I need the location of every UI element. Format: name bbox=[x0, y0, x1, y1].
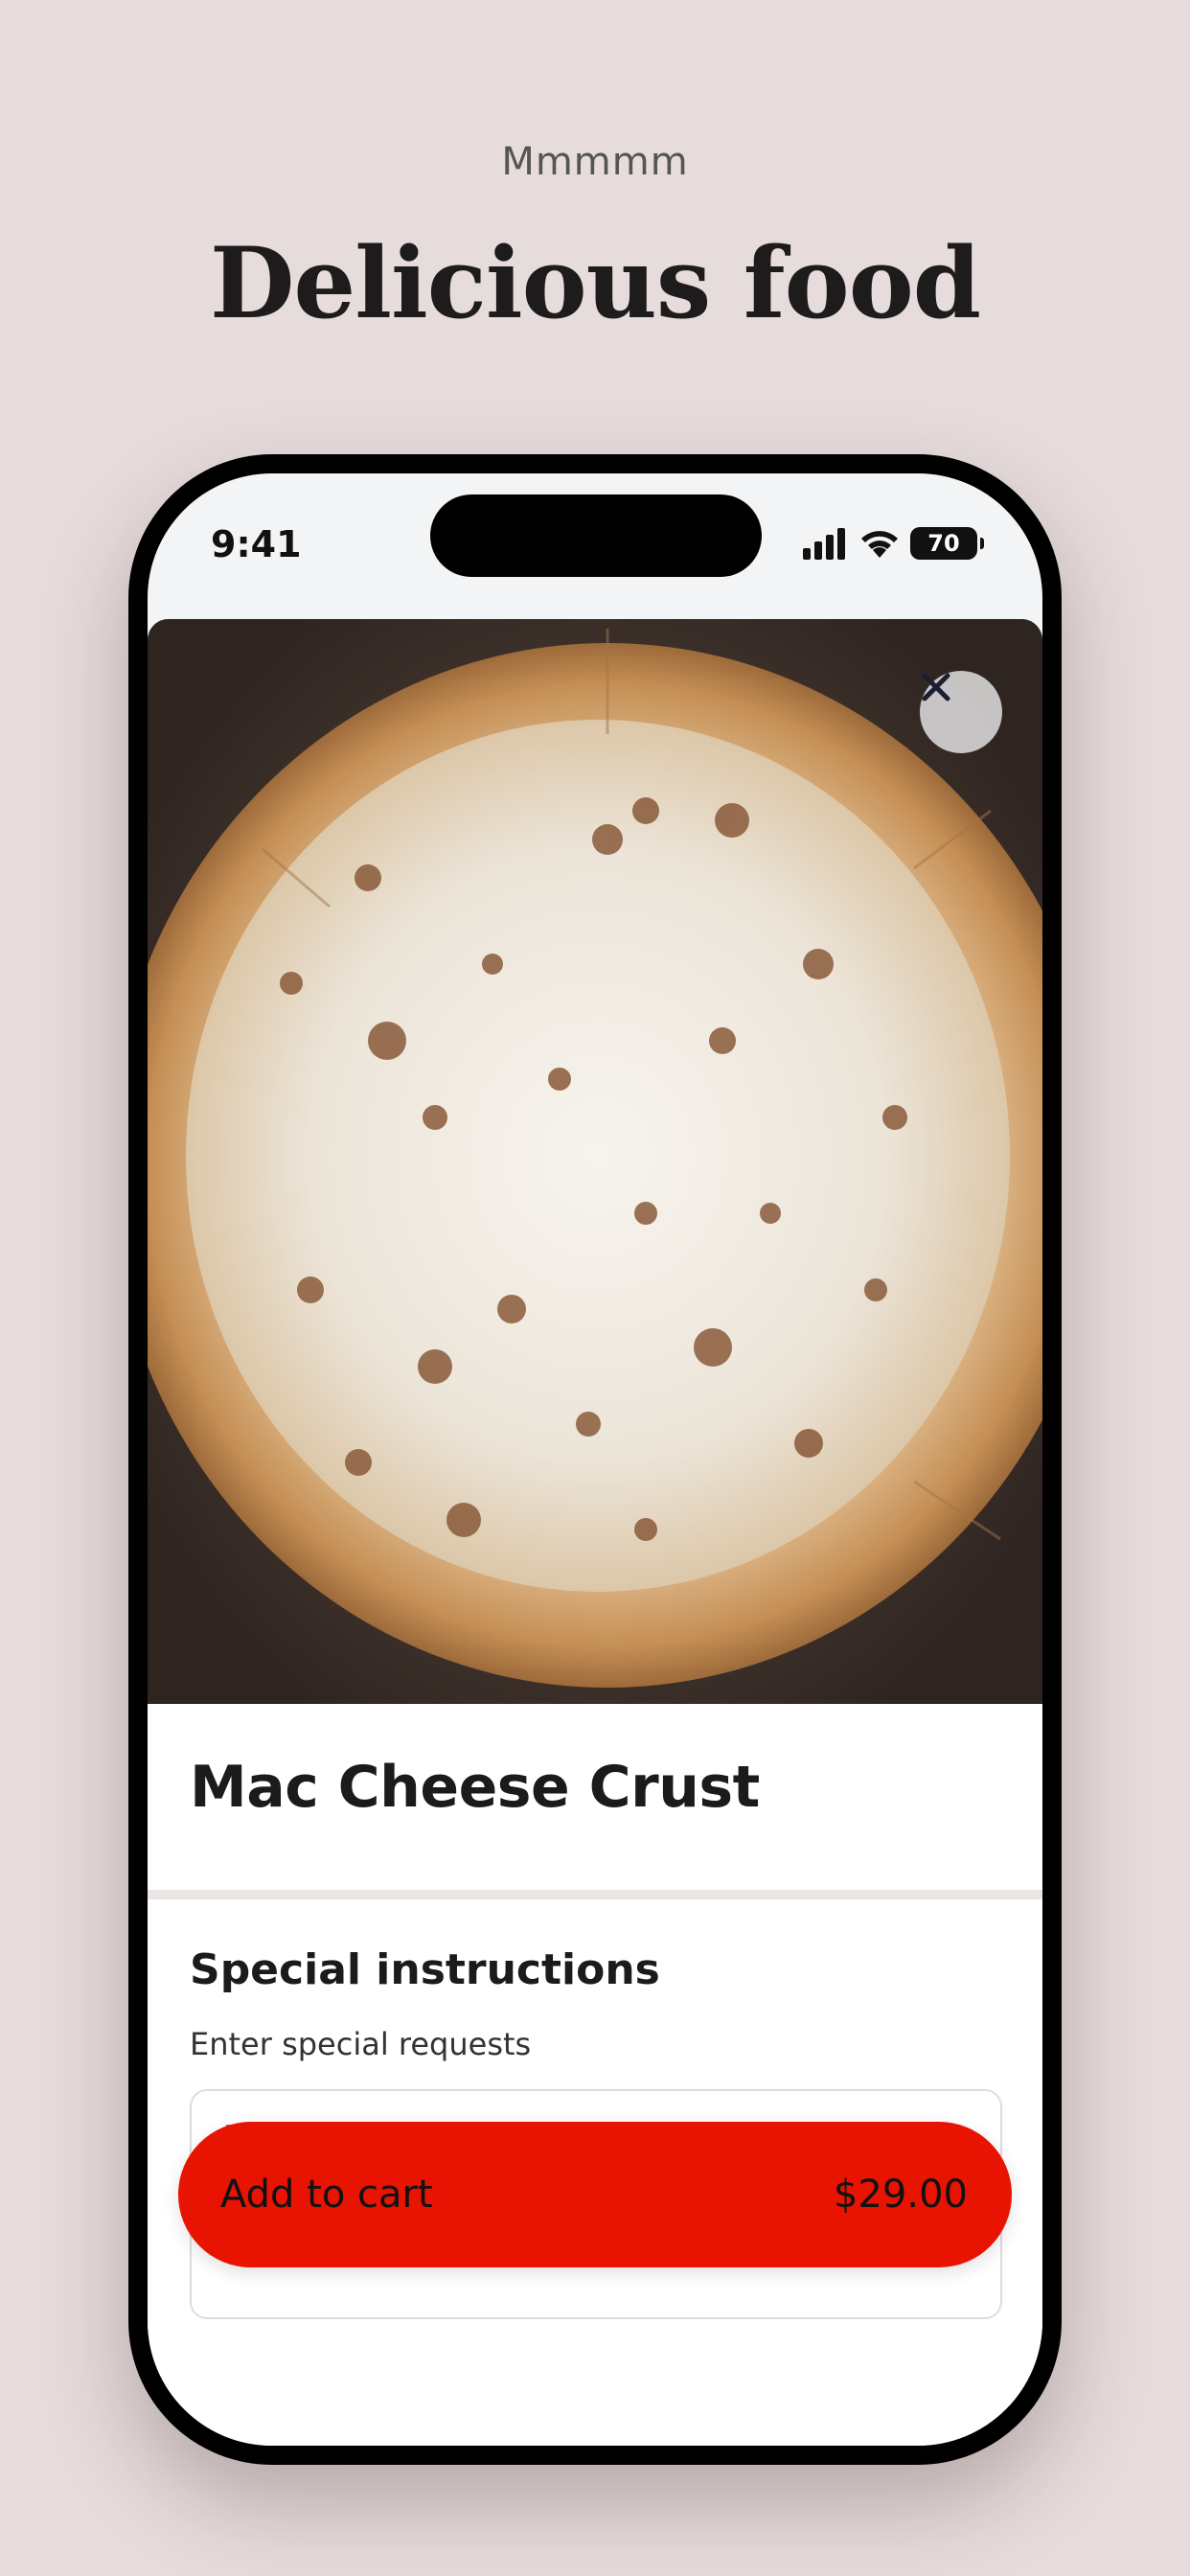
battery-icon: 70 bbox=[910, 527, 984, 560]
dynamic-island bbox=[430, 494, 762, 577]
phone-frame: 9:41 70 Mac Cheese Crust Special instruc… bbox=[128, 454, 1062, 2465]
cart-price: $29.00 bbox=[834, 2173, 968, 2217]
add-to-cart-button[interactable]: Add to cart $29.00 bbox=[178, 2122, 1012, 2267]
phone-screen: 9:41 70 Mac Cheese Crust Special instruc… bbox=[148, 473, 1042, 2446]
product-name: Mac Cheese Crust bbox=[190, 1754, 760, 1821]
page: Mmmmm Delicious food 9:41 70 Mac Cheese … bbox=[0, 0, 1190, 2576]
close-button[interactable] bbox=[920, 671, 1002, 753]
close-icon bbox=[922, 673, 950, 702]
pizza-photo bbox=[148, 619, 1042, 1704]
add-to-cart-label: Add to cart bbox=[220, 2173, 433, 2217]
instructions-subtitle: Enter special requests bbox=[190, 2026, 532, 2062]
status-time: 9:41 bbox=[211, 523, 302, 565]
section-divider bbox=[148, 1890, 1042, 1899]
wifi-icon bbox=[861, 531, 898, 558]
instructions-heading: Special instructions bbox=[190, 1945, 660, 1994]
eyebrow-text: Mmmmm bbox=[501, 140, 689, 184]
status-icons: 70 bbox=[801, 527, 984, 560]
page-headline: Delicious food bbox=[209, 226, 981, 341]
signal-icon bbox=[803, 528, 845, 560]
